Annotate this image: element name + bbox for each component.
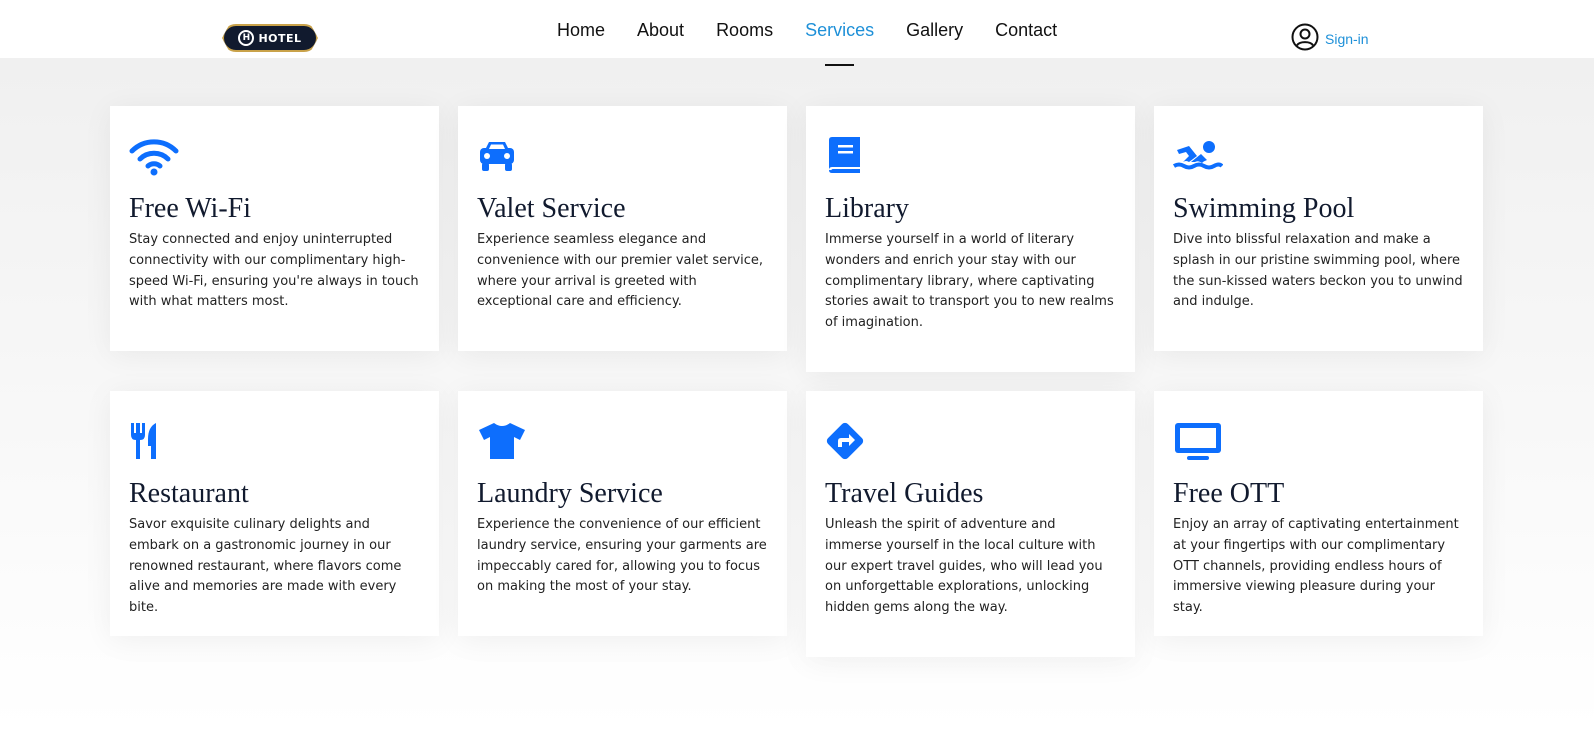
swimmer-icon <box>1172 136 1224 176</box>
service-title: Laundry Service <box>477 478 663 509</box>
service-card-ott: Free OTT Enjoy an array of captivating e… <box>1154 391 1483 636</box>
service-description: Experience the convenience of our effici… <box>477 517 767 595</box>
service-card-restaurant: Restaurant Savor exquisite culinary deli… <box>110 391 439 636</box>
service-description: Unleash the spirit of adventure and imme… <box>825 517 1103 616</box>
service-title: Valet Service <box>477 193 626 224</box>
service-card-travel: Travel Guides Unleash the spirit of adve… <box>806 391 1135 657</box>
service-title: Library <box>825 193 909 224</box>
user-circle-icon <box>1291 23 1319 55</box>
nav-services[interactable]: Services <box>805 20 874 66</box>
nav-gallery[interactable]: Gallery <box>906 20 963 50</box>
signin-link[interactable]: Sign-in <box>1291 23 1369 55</box>
service-card-pool: Swimming Pool Dive into blissful relaxat… <box>1154 106 1483 351</box>
service-description: Savor exquisite culinary delights and em… <box>129 517 402 616</box>
service-title: Swimming Pool <box>1173 193 1355 224</box>
car-icon <box>477 136 527 176</box>
wifi-icon <box>129 136 179 176</box>
utensils-icon <box>129 421 179 461</box>
hotel-logo[interactable]: H HOTEL <box>222 24 318 52</box>
service-card-library: Library Immerse yourself in a world of l… <box>806 106 1135 372</box>
nav-home[interactable]: Home <box>557 20 605 50</box>
service-description: Experience seamless elegance and conveni… <box>477 232 764 310</box>
tv-icon <box>1173 421 1223 461</box>
site-header: H HOTEL Home About Rooms Services Galler… <box>0 0 1594 66</box>
nav-contact[interactable]: Contact <box>995 20 1057 50</box>
nav-about[interactable]: About <box>637 20 684 50</box>
directions-icon <box>825 421 875 461</box>
main-nav: Home About Rooms Services Gallery Contac… <box>557 20 1057 66</box>
service-title: Free Wi-Fi <box>129 193 252 224</box>
logo-text: HOTEL <box>258 31 302 45</box>
signin-label: Sign-in <box>1325 31 1369 47</box>
tshirt-icon <box>477 421 527 461</box>
service-description: Dive into blissful relaxation and make a… <box>1173 232 1463 310</box>
service-description: Immerse yourself in a world of literary … <box>825 232 1114 331</box>
service-card-valet: Valet Service Experience seamless elegan… <box>458 106 787 351</box>
service-description: Stay connected and enjoy uninterrupted c… <box>129 232 419 310</box>
service-card-laundry: Laundry Service Experience the convenien… <box>458 391 787 636</box>
nav-rooms[interactable]: Rooms <box>716 20 773 50</box>
service-title: Restaurant <box>129 478 249 509</box>
logo-badge: H <box>238 30 255 46</box>
book-icon <box>825 136 875 176</box>
service-description: Enjoy an array of captivating entertainm… <box>1173 517 1459 616</box>
service-title: Free OTT <box>1173 478 1285 509</box>
service-title: Travel Guides <box>825 478 984 509</box>
service-card-wifi: Free Wi-Fi Stay connected and enjoy unin… <box>110 106 439 351</box>
